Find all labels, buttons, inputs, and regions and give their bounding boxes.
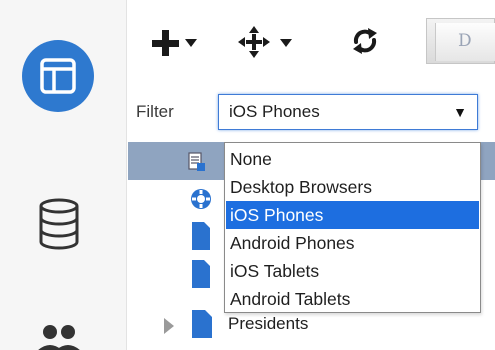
users-icon — [38, 325, 80, 350]
filter-option-ios-tablets[interactable]: iOS Tablets — [226, 257, 479, 285]
device-tab-label: D — [458, 31, 472, 51]
filter-dropdown-list: None Desktop Browsers iOS Phones Android… — [224, 142, 481, 313]
move-button[interactable] — [236, 24, 298, 60]
plus-icon — [152, 30, 197, 56]
tree-row[interactable]: Presidents — [128, 310, 495, 348]
dropdown-arrow-icon: ▼ — [453, 104, 467, 120]
chevron-down-icon — [280, 39, 292, 47]
filter-option-desktop-browsers[interactable]: Desktop Browsers — [226, 173, 479, 201]
filter-selected-value: iOS Phones — [229, 102, 320, 121]
rail-data-button[interactable] — [37, 198, 81, 250]
left-rail — [0, 0, 127, 350]
filter-option-android-phones[interactable]: Android Phones — [226, 229, 479, 257]
chevron-down-icon — [185, 39, 197, 47]
rail-layout-button[interactable] — [22, 40, 94, 112]
expand-arrow-icon[interactable] — [164, 318, 174, 334]
toolbar: D — [128, 0, 495, 80]
settings-badge-icon — [191, 189, 211, 209]
device-tab[interactable]: D — [426, 18, 495, 64]
refresh-icon — [353, 28, 377, 54]
add-button[interactable] — [152, 28, 202, 58]
move-icon — [238, 26, 292, 58]
page-icon — [192, 310, 212, 338]
filter-option-ios-phones[interactable]: iOS Phones — [226, 201, 479, 229]
filter-label: Filter — [136, 102, 174, 121]
filter-row: Filter iOS Phones ▼ — [128, 90, 495, 132]
database-icon — [39, 198, 79, 250]
device-tab-inner: D — [435, 23, 495, 61]
page-icon — [192, 222, 210, 250]
page-list-icon — [188, 152, 205, 171]
refresh-button[interactable] — [350, 26, 380, 56]
filter-option-none[interactable]: None — [226, 145, 479, 173]
rail-users-button[interactable] — [34, 318, 84, 350]
layout-icon — [40, 58, 76, 94]
filter-select[interactable]: iOS Phones ▼ — [218, 94, 478, 130]
tree-item-label: Presidents — [228, 314, 309, 333]
page-icon — [192, 260, 210, 288]
filter-option-android-tablets[interactable]: Android Tablets — [226, 285, 479, 313]
